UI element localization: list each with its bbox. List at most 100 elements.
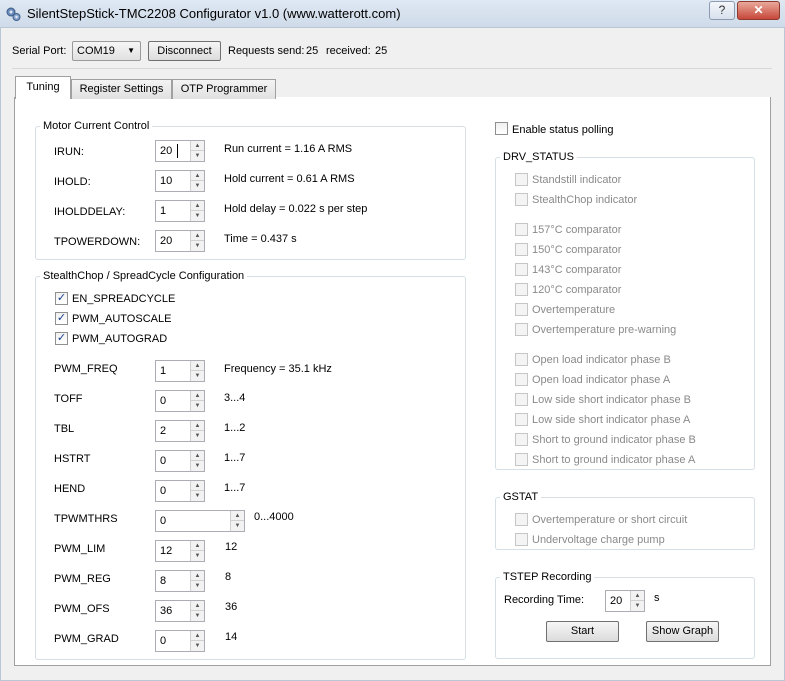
- hend-spin-buttons[interactable]: ▲ ▼: [190, 481, 204, 501]
- drv-status-checkbox-150c[interactable]: [515, 243, 528, 256]
- disconnect-button[interactable]: Disconnect: [148, 41, 221, 61]
- pwm-reg-spinbox[interactable]: 8 ▲ ▼: [155, 570, 205, 592]
- help-button[interactable]: ?: [709, 1, 735, 20]
- spin-down-icon[interactable]: ▼: [191, 581, 204, 591]
- tpwmthrs-spinbox[interactable]: 0 ▲ ▼: [155, 510, 245, 532]
- chevron-down-icon: ▼: [127, 46, 135, 55]
- hstrt-spin-buttons[interactable]: ▲ ▼: [190, 451, 204, 471]
- spin-up-icon[interactable]: ▲: [191, 391, 204, 401]
- en-spreadcycle-checkbox[interactable]: ✓: [55, 292, 68, 305]
- spin-down-icon[interactable]: ▼: [191, 641, 204, 651]
- serial-port-select[interactable]: COM19 ▼: [72, 41, 141, 61]
- spin-up-icon[interactable]: ▲: [191, 481, 204, 491]
- drv-status-checkbox-open-load-b[interactable]: [515, 353, 528, 366]
- toff-spinbox[interactable]: 0 ▲ ▼: [155, 390, 205, 412]
- spin-down-icon[interactable]: ▼: [191, 431, 204, 441]
- tpowerdown-spin-buttons[interactable]: ▲ ▼: [190, 231, 204, 251]
- pwm-freq-spin-buttons[interactable]: ▲ ▼: [190, 361, 204, 381]
- recording-time-spinbox[interactable]: 20 ▲ ▼: [605, 590, 645, 612]
- tab-register-settings[interactable]: Register Settings: [71, 79, 172, 99]
- hstrt-spinbox[interactable]: 0 ▲ ▼: [155, 450, 205, 472]
- pwm-lim-spinbox[interactable]: 12 ▲ ▼: [155, 540, 205, 562]
- spin-up-icon[interactable]: ▲: [191, 601, 204, 611]
- drv-status-checkbox-stealthchop[interactable]: [515, 193, 528, 206]
- spin-down-icon[interactable]: ▼: [631, 601, 644, 611]
- pwm-grad-label: PWM_GRAD: [54, 633, 119, 645]
- enable-status-polling-checkbox[interactable]: [495, 122, 508, 135]
- spin-down-icon[interactable]: ▼: [191, 181, 204, 191]
- drv-status-checkbox-143c[interactable]: [515, 263, 528, 276]
- drv-status-checkbox-prewarning[interactable]: [515, 323, 528, 336]
- spin-down-icon[interactable]: ▼: [191, 551, 204, 561]
- drv-status-label-120c: 120°C comparator: [532, 284, 622, 296]
- spin-down-icon[interactable]: ▼: [191, 241, 204, 251]
- drv-status-label-low-side-a: Low side short indicator phase A: [532, 414, 691, 426]
- iholddelay-spinbox[interactable]: 1 ▲ ▼: [155, 200, 205, 222]
- show-graph-button[interactable]: Show Graph: [646, 621, 719, 642]
- pwm-reg-value: 8: [160, 575, 167, 587]
- spin-down-icon[interactable]: ▼: [191, 151, 204, 161]
- drv-status-checkbox-low-side-b[interactable]: [515, 393, 528, 406]
- serial-port-label: Serial Port:: [12, 45, 67, 57]
- pwm-lim-spin-buttons[interactable]: ▲ ▼: [190, 541, 204, 561]
- spin-up-icon[interactable]: ▲: [191, 451, 204, 461]
- drv-status-checkbox-120c[interactable]: [515, 283, 528, 296]
- spin-down-icon[interactable]: ▼: [191, 211, 204, 221]
- gstat-checkbox-undervoltage[interactable]: [515, 533, 528, 546]
- pwm-ofs-spin-buttons[interactable]: ▲ ▼: [190, 601, 204, 621]
- spin-up-icon[interactable]: ▲: [191, 421, 204, 431]
- spin-up-icon[interactable]: ▲: [191, 571, 204, 581]
- drv-status-checkbox-157c[interactable]: [515, 223, 528, 236]
- gstat-checkbox-overtemperature[interactable]: [515, 513, 528, 526]
- spin-up-icon[interactable]: ▲: [191, 201, 204, 211]
- pwm-ofs-spinbox[interactable]: 36 ▲ ▼: [155, 600, 205, 622]
- drv-status-checkbox-short-ground-b[interactable]: [515, 433, 528, 446]
- spin-up-icon[interactable]: ▲: [631, 591, 644, 601]
- tpwmthrs-info: 0...4000: [254, 511, 294, 523]
- tab-tuning[interactable]: Tuning: [15, 76, 71, 99]
- gstat-label-overtemperature: Overtemperature or short circuit: [532, 514, 688, 526]
- irun-spinbox[interactable]: 20 ▲ ▼: [155, 140, 205, 162]
- tpwmthrs-spin-buttons[interactable]: ▲ ▼: [230, 511, 244, 531]
- spin-up-icon[interactable]: ▲: [191, 171, 204, 181]
- drv-status-checkbox-open-load-a[interactable]: [515, 373, 528, 386]
- spin-down-icon[interactable]: ▼: [191, 461, 204, 471]
- spin-up-icon[interactable]: ▲: [191, 631, 204, 641]
- tpowerdown-spinbox[interactable]: 20 ▲ ▼: [155, 230, 205, 252]
- ihold-spinbox[interactable]: 10 ▲ ▼: [155, 170, 205, 192]
- drv-status-label-prewarning: Overtemperature pre-warning: [532, 324, 677, 336]
- spin-down-icon[interactable]: ▼: [191, 371, 204, 381]
- tab-otp-programmer[interactable]: OTP Programmer: [172, 79, 276, 99]
- drv-status-checkbox-standstill[interactable]: [515, 173, 528, 186]
- pwm-autograd-checkbox[interactable]: ✓: [55, 332, 68, 345]
- spin-down-icon[interactable]: ▼: [191, 491, 204, 501]
- drv-status-checkbox-overtemperature[interactable]: [515, 303, 528, 316]
- spin-up-icon[interactable]: ▲: [191, 141, 204, 151]
- pwm-grad-spinbox[interactable]: 0 ▲ ▼: [155, 630, 205, 652]
- pwm-autoscale-checkbox[interactable]: ✓: [55, 312, 68, 325]
- spin-down-icon[interactable]: ▼: [191, 401, 204, 411]
- spin-down-icon[interactable]: ▼: [191, 611, 204, 621]
- recording-time-spin-buttons[interactable]: ▲ ▼: [630, 591, 644, 611]
- close-button[interactable]: ✕: [737, 1, 780, 20]
- iholddelay-spin-buttons[interactable]: ▲ ▼: [190, 201, 204, 221]
- ihold-spin-buttons[interactable]: ▲ ▼: [190, 171, 204, 191]
- spin-up-icon[interactable]: ▲: [191, 361, 204, 371]
- pwm-freq-spinbox[interactable]: 1 ▲ ▼: [155, 360, 205, 382]
- tbl-spin-buttons[interactable]: ▲ ▼: [190, 421, 204, 441]
- drv-status-label-143c: 143°C comparator: [532, 264, 622, 276]
- hend-spinbox[interactable]: 0 ▲ ▼: [155, 480, 205, 502]
- separator: [12, 68, 772, 69]
- drv-status-checkbox-low-side-a[interactable]: [515, 413, 528, 426]
- spin-down-icon[interactable]: ▼: [231, 521, 244, 531]
- tbl-spinbox[interactable]: 2 ▲ ▼: [155, 420, 205, 442]
- spin-up-icon[interactable]: ▲: [191, 231, 204, 241]
- pwm-grad-spin-buttons[interactable]: ▲ ▼: [190, 631, 204, 651]
- spin-up-icon[interactable]: ▲: [231, 511, 244, 521]
- irun-spin-buttons[interactable]: ▲ ▼: [190, 141, 204, 161]
- start-button[interactable]: Start: [546, 621, 619, 642]
- drv-status-checkbox-short-ground-a[interactable]: [515, 453, 528, 466]
- toff-spin-buttons[interactable]: ▲ ▼: [190, 391, 204, 411]
- pwm-reg-spin-buttons[interactable]: ▲ ▼: [190, 571, 204, 591]
- spin-up-icon[interactable]: ▲: [191, 541, 204, 551]
